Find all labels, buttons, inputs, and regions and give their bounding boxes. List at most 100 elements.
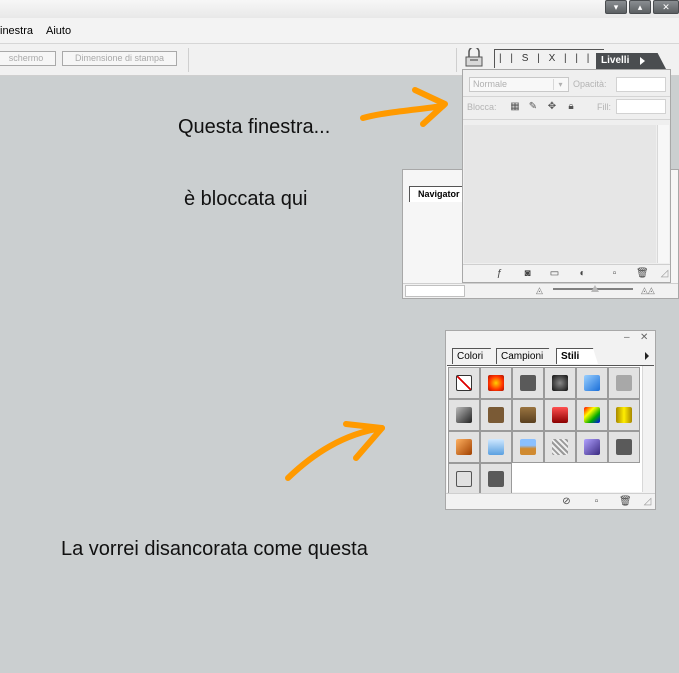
adjustment-layer-icon[interactable]: ◐	[577, 268, 588, 279]
style-swatch[interactable]	[576, 431, 608, 463]
palette-menu-icon[interactable]	[645, 352, 649, 360]
style-swatch-preview	[552, 407, 568, 423]
title-bar: ▾ ▴ ✕	[0, 0, 679, 18]
lock-all-icon[interactable]: 🔒︎	[565, 101, 577, 113]
minimize-icon[interactable]: ▾	[605, 0, 627, 14]
layer-effects-icon[interactable]: ƒ	[494, 268, 505, 279]
styles-scrollbar[interactable]	[642, 366, 654, 492]
layers-scrollbar[interactable]	[657, 125, 669, 263]
toolbar-divider	[188, 48, 189, 72]
style-swatch[interactable]	[448, 463, 480, 495]
style-swatch[interactable]	[480, 399, 512, 431]
toolbar-divider-2	[456, 48, 457, 72]
style-swatch[interactable]	[544, 431, 576, 463]
style-swatch-preview	[584, 439, 600, 455]
style-swatch[interactable]	[608, 367, 640, 399]
close-icon[interactable]: ✕	[640, 332, 648, 343]
zoom-field[interactable]	[405, 285, 465, 297]
layers-list[interactable]	[464, 125, 656, 263]
styles-palette: – ✕ Colori Campioni Stili ⊘ ▫ 🗑︎ ◿	[445, 330, 656, 510]
annotation-locked-here: è bloccata qui	[184, 188, 308, 210]
style-swatch[interactable]	[608, 399, 640, 431]
lock-pixels-icon[interactable]: ✎	[527, 101, 539, 113]
opacity-field[interactable]	[616, 77, 666, 92]
divider-2	[463, 119, 670, 120]
style-swatch-preview	[584, 375, 600, 391]
style-swatch-preview	[552, 439, 568, 455]
style-swatch[interactable]	[544, 399, 576, 431]
arrow-annotation-icon	[360, 87, 448, 127]
style-swatch-preview	[456, 375, 472, 391]
tab-campioni[interactable]: Campioni	[496, 348, 556, 364]
styles-footer: ⊘ ▫ 🗑︎ ◿	[446, 493, 655, 509]
zoom-out-icon[interactable]: ◬	[536, 285, 543, 296]
style-swatch-preview	[488, 471, 504, 487]
blend-mode-value: Normale	[473, 79, 508, 89]
style-swatch[interactable]	[448, 431, 480, 463]
style-swatch[interactable]	[512, 399, 544, 431]
style-swatch-preview	[456, 439, 472, 455]
style-swatch-preview	[456, 407, 472, 423]
fill-label: Fill:	[597, 102, 611, 112]
tab-livelli[interactable]: Livelli	[596, 53, 666, 69]
window-controls: ▾ ▴ ✕	[605, 0, 679, 16]
new-style-icon[interactable]: ▫	[591, 496, 602, 507]
restore-icon[interactable]: ▴	[629, 0, 651, 14]
annotation-this-window: Questa finestra...	[178, 116, 331, 138]
tab-stili[interactable]: Stili	[556, 348, 598, 364]
style-swatch-preview	[488, 407, 504, 423]
trash-icon[interactable]: 🗑︎	[619, 496, 632, 507]
resize-grip-icon[interactable]: ◿	[642, 496, 653, 507]
style-swatch[interactable]	[512, 431, 544, 463]
style-swatch[interactable]	[480, 431, 512, 463]
fill-field[interactable]	[616, 99, 666, 114]
resize-grip-icon[interactable]: ◿	[659, 268, 670, 279]
navigator-footer: ◬ ◬◬	[403, 283, 678, 298]
lock-transparency-icon[interactable]: ▦	[509, 101, 521, 113]
style-swatch-preview	[488, 439, 504, 455]
style-swatch-preview	[616, 375, 632, 391]
style-swatch[interactable]	[448, 399, 480, 431]
lock-position-icon[interactable]: ✥	[546, 101, 558, 113]
style-swatch-preview	[520, 375, 536, 391]
palette-menu-icon[interactable]	[640, 57, 645, 65]
zoom-slider-handle[interactable]	[591, 285, 599, 292]
minimize-icon[interactable]: –	[624, 332, 630, 343]
zoom-in-icon[interactable]: ◬◬	[641, 285, 655, 296]
style-swatch-preview	[520, 439, 536, 455]
style-swatch-preview	[616, 407, 632, 423]
style-swatch[interactable]	[608, 431, 640, 463]
new-layer-icon[interactable]: ▫	[609, 268, 620, 279]
blend-mode-select[interactable]: Normale ▾	[469, 77, 569, 92]
style-swatch[interactable]	[576, 399, 608, 431]
close-icon[interactable]: ✕	[653, 0, 679, 14]
print-size-button[interactable]: Dimensione di stampa	[62, 51, 177, 66]
palette-well-icon[interactable]	[463, 48, 485, 68]
tab-navigator[interactable]: Navigator	[409, 186, 465, 202]
menu-item-aiuto[interactable]: Aiuto	[46, 25, 71, 37]
chevron-down-icon: ▾	[553, 79, 567, 90]
arrow-annotation-2-icon	[285, 421, 385, 481]
style-swatch[interactable]	[512, 367, 544, 399]
tab-colori[interactable]: Colori	[452, 348, 496, 364]
style-swatch[interactable]	[544, 367, 576, 399]
style-swatch[interactable]	[576, 367, 608, 399]
clear-style-icon[interactable]: ⊘	[561, 496, 572, 507]
style-swatch-preview	[616, 439, 632, 455]
style-swatch[interactable]	[480, 463, 512, 495]
annotation-undocked: La vorrei disancorata come questa	[61, 538, 368, 560]
palette-titlebar[interactable]: – ✕	[446, 331, 655, 347]
palette-well-tabs[interactable]: | | S | X | | | | F | |	[494, 49, 604, 68]
menu-bar: inestra Aiuto	[0, 18, 679, 44]
styles-tabs: Colori Campioni Stili	[452, 348, 652, 364]
menu-item-finestra[interactable]: inestra	[0, 25, 33, 37]
new-group-icon[interactable]: ▭	[549, 268, 560, 279]
style-swatch[interactable]	[448, 367, 480, 399]
layer-mask-icon[interactable]: ◙	[522, 268, 533, 279]
style-swatch[interactable]	[480, 367, 512, 399]
style-swatch-preview	[520, 407, 536, 423]
trash-icon[interactable]: 🗑︎	[636, 268, 649, 279]
styles-grid	[447, 365, 654, 495]
full-screen-button[interactable]: schermo	[0, 51, 56, 66]
style-swatch-preview	[552, 375, 568, 391]
